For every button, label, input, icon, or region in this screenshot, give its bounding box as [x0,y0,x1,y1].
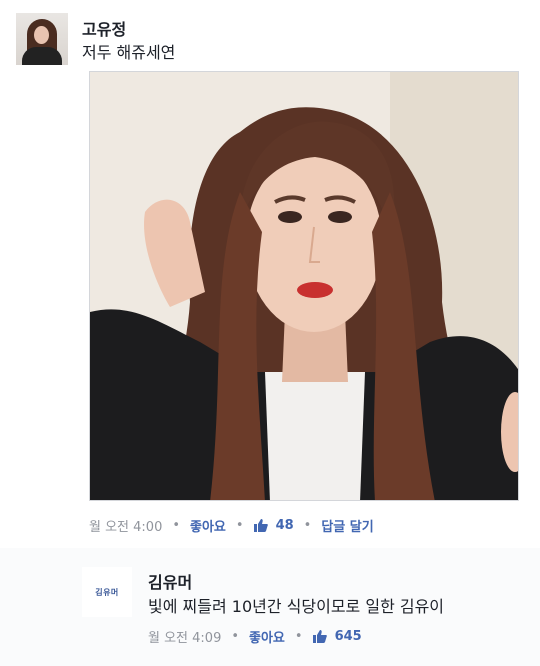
thumbs-up-icon [253,519,268,532]
replier-avatar[interactable]: 김유머 [82,567,132,617]
reply-comment: 김유머 김유머 빛에 찌들려 10년간 식당이모로 일한 김유이 월 오전 4:… [0,548,540,666]
comment: 고유정 저두 해쥬세연 월 오전 4:00 • 좋아요 • 48 • 답글 달기 [0,0,540,548]
comment-text: 저두 해쥬세연 [82,43,176,62]
separator-dot: • [303,518,312,533]
separator-dot: • [172,518,181,533]
separator-dot: • [294,629,303,644]
like-button[interactable]: 좋아요 [190,516,226,535]
commenter-name[interactable]: 고유정 [82,16,126,40]
replier-avatar-text: 김유머 [95,587,119,597]
reply-like-count[interactable]: 645 [335,629,362,644]
like-count[interactable]: 48 [276,518,294,533]
reply-actions: 월 오전 4:09 • 좋아요 • 645 [148,627,362,646]
attached-photo[interactable] [89,71,519,501]
separator-dot: • [231,629,240,644]
reply-timestamp[interactable]: 월 오전 4:09 [148,627,221,646]
comment-actions: 월 오전 4:00 • 좋아요 • 48 • 답글 달기 [89,516,374,535]
thumbs-up-icon [312,630,327,643]
reply-button[interactable]: 답글 달기 [321,516,373,535]
comment-timestamp[interactable]: 월 오전 4:00 [89,516,162,535]
reply-text: 빛에 찌들려 10년간 식당이모로 일한 김유이 [148,597,445,616]
reply-like-button[interactable]: 좋아요 [249,627,285,646]
commenter-avatar[interactable] [16,13,68,65]
separator-dot: • [235,518,244,533]
replier-name[interactable]: 김유머 [148,569,192,593]
